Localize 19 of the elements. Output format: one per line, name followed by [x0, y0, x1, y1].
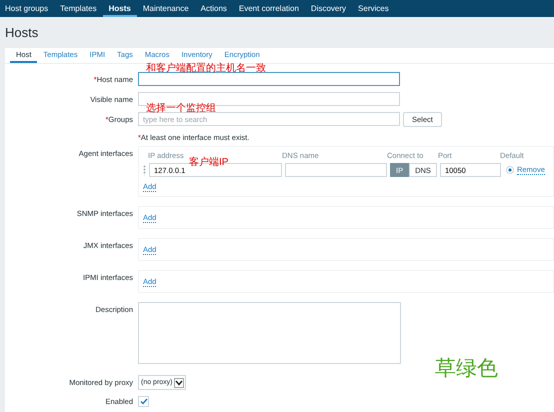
nav-item[interactable]: Actions [194, 0, 233, 17]
annotation-text: 选择一个监控组 [146, 104, 216, 114]
annotation-text: 和客户端配置的主机名一致 [146, 64, 266, 74]
annotation-text: 草绿色 [435, 356, 498, 382]
nav-item[interactable]: Services [352, 0, 395, 17]
nav-item[interactable]: Host groups [5, 0, 54, 17]
dns-name-field[interactable] [285, 163, 387, 177]
nav-item[interactable]: Maintenance [136, 0, 195, 17]
default-radio[interactable] [506, 166, 514, 174]
drag-handle-icon[interactable] [143, 165, 146, 175]
nav-item[interactable]: Event correlation [232, 0, 305, 17]
page-title: Hosts [5, 25, 38, 40]
nav-item[interactable]: Discovery [304, 0, 352, 17]
description-field[interactable] [138, 302, 401, 364]
nav-item[interactable]: Templates [54, 0, 103, 17]
nav-item[interactable]: Hosts [102, 0, 137, 17]
host-name-field[interactable] [138, 72, 400, 86]
enabled-checkbox[interactable] [138, 396, 149, 407]
dropdown-caret-icon[interactable] [174, 378, 184, 388]
